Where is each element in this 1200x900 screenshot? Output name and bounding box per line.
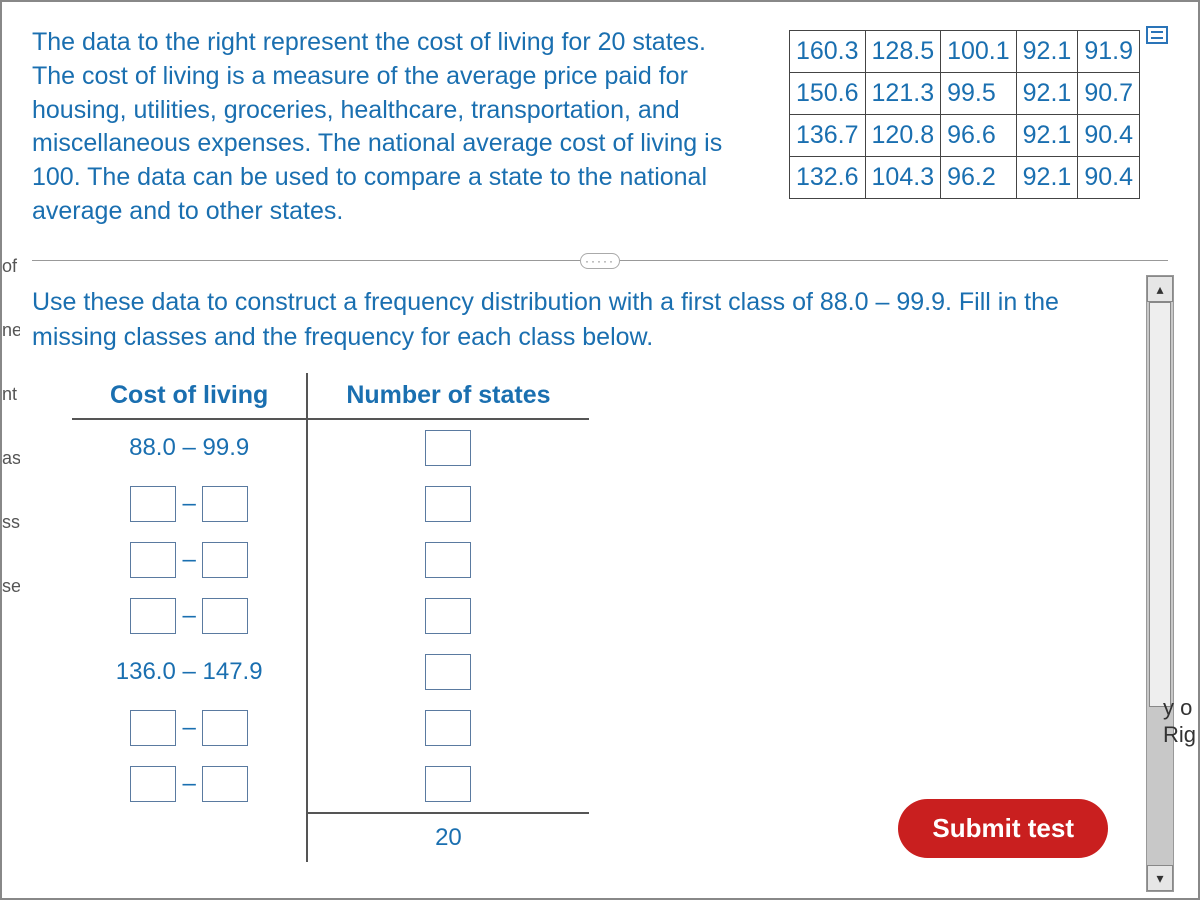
data-cell: 104.3 (865, 157, 941, 199)
class-low-5[interactable] (130, 710, 176, 746)
table-row: 88.0 – 99.9 (72, 419, 589, 476)
scroll-down-icon[interactable]: ▾ (1147, 865, 1173, 891)
vertical-scrollbar[interactable]: ▴ ▾ (1146, 275, 1174, 892)
freq-input-4[interactable] (425, 654, 471, 690)
table-row: – (72, 588, 589, 644)
data-cell: 121.3 (865, 73, 941, 115)
class-high-6[interactable] (202, 766, 248, 802)
freq-input-1[interactable] (425, 486, 471, 522)
clipped-left-nav: of ne nt as ssi se 1 (2, 234, 20, 618)
expand-table-icon[interactable] (1146, 26, 1168, 44)
freq-input-5[interactable] (425, 710, 471, 746)
data-cell: 100.1 (941, 31, 1017, 73)
col-header-class: Cost of living (72, 373, 307, 419)
data-cell: 136.7 (789, 115, 865, 157)
data-cell: 96.6 (941, 115, 1017, 157)
freq-input-3[interactable] (425, 598, 471, 634)
class-label: 136.0 – 147.9 (72, 644, 307, 700)
data-cell: 96.2 (941, 157, 1017, 199)
divider-handle-icon[interactable]: ····· (580, 253, 620, 269)
data-cell: 150.6 (789, 73, 865, 115)
data-cell: 90.4 (1078, 157, 1140, 199)
data-cell: 120.8 (865, 115, 941, 157)
freq-input-0[interactable] (425, 430, 471, 466)
class-low-1[interactable] (130, 486, 176, 522)
clipped-right-text: y o Rig (1163, 695, 1198, 748)
table-row: 136.0 – 147.9 (72, 644, 589, 700)
data-cell: 91.9 (1078, 31, 1140, 73)
class-low-6[interactable] (130, 766, 176, 802)
data-cell: 92.1 (1016, 31, 1078, 73)
data-cell: 128.5 (865, 31, 941, 73)
answer-area: Use these data to construct a frequency … (32, 275, 1168, 862)
data-cell: 92.1 (1016, 157, 1078, 199)
table-row: – (72, 756, 589, 813)
question-panel: The data to the right represent the cost… (0, 0, 1200, 900)
section-divider: ····· (2, 241, 1198, 275)
total-value: 20 (307, 813, 588, 862)
scroll-up-icon[interactable]: ▴ (1147, 276, 1173, 302)
class-high-3[interactable] (202, 598, 248, 634)
scroll-track[interactable] (1147, 302, 1173, 865)
data-grid: 160.3 128.5 100.1 92.1 91.9 150.6 121.3 … (789, 30, 1140, 199)
class-low-3[interactable] (130, 598, 176, 634)
total-row: 20 (72, 813, 589, 862)
dash-icon: – (182, 714, 195, 742)
dash-icon: – (182, 602, 195, 630)
col-header-count: Number of states (307, 373, 588, 419)
class-high-1[interactable] (202, 486, 248, 522)
dash-icon: – (182, 770, 195, 798)
dash-icon: – (182, 490, 195, 518)
data-cell: 99.5 (941, 73, 1017, 115)
scroll-thumb[interactable] (1149, 302, 1171, 707)
class-high-5[interactable] (202, 710, 248, 746)
frequency-table: Cost of living Number of states 88.0 – 9… (72, 373, 589, 862)
data-cell: 92.1 (1016, 115, 1078, 157)
data-cell: 92.1 (1016, 73, 1078, 115)
instruction-text: Use these data to construct a frequency … (32, 275, 1168, 373)
table-row: – (72, 700, 589, 756)
table-row: – (72, 476, 589, 532)
freq-input-2[interactable] (425, 542, 471, 578)
class-low-2[interactable] (130, 542, 176, 578)
submit-test-button[interactable]: Submit test (898, 799, 1108, 858)
dash-icon: – (182, 546, 195, 574)
top-section: The data to the right represent the cost… (2, 2, 1198, 241)
prompt-text: The data to the right represent the cost… (32, 26, 749, 229)
data-cell: 132.6 (789, 157, 865, 199)
footer: Submit test (898, 799, 1108, 858)
data-cell: 90.4 (1078, 115, 1140, 157)
class-label: 88.0 – 99.9 (72, 419, 307, 476)
data-cell: 160.3 (789, 31, 865, 73)
freq-input-6[interactable] (425, 766, 471, 802)
table-row: – (72, 532, 589, 588)
data-cell: 90.7 (1078, 73, 1140, 115)
data-block: 160.3 128.5 100.1 92.1 91.9 150.6 121.3 … (789, 26, 1168, 229)
class-high-2[interactable] (202, 542, 248, 578)
